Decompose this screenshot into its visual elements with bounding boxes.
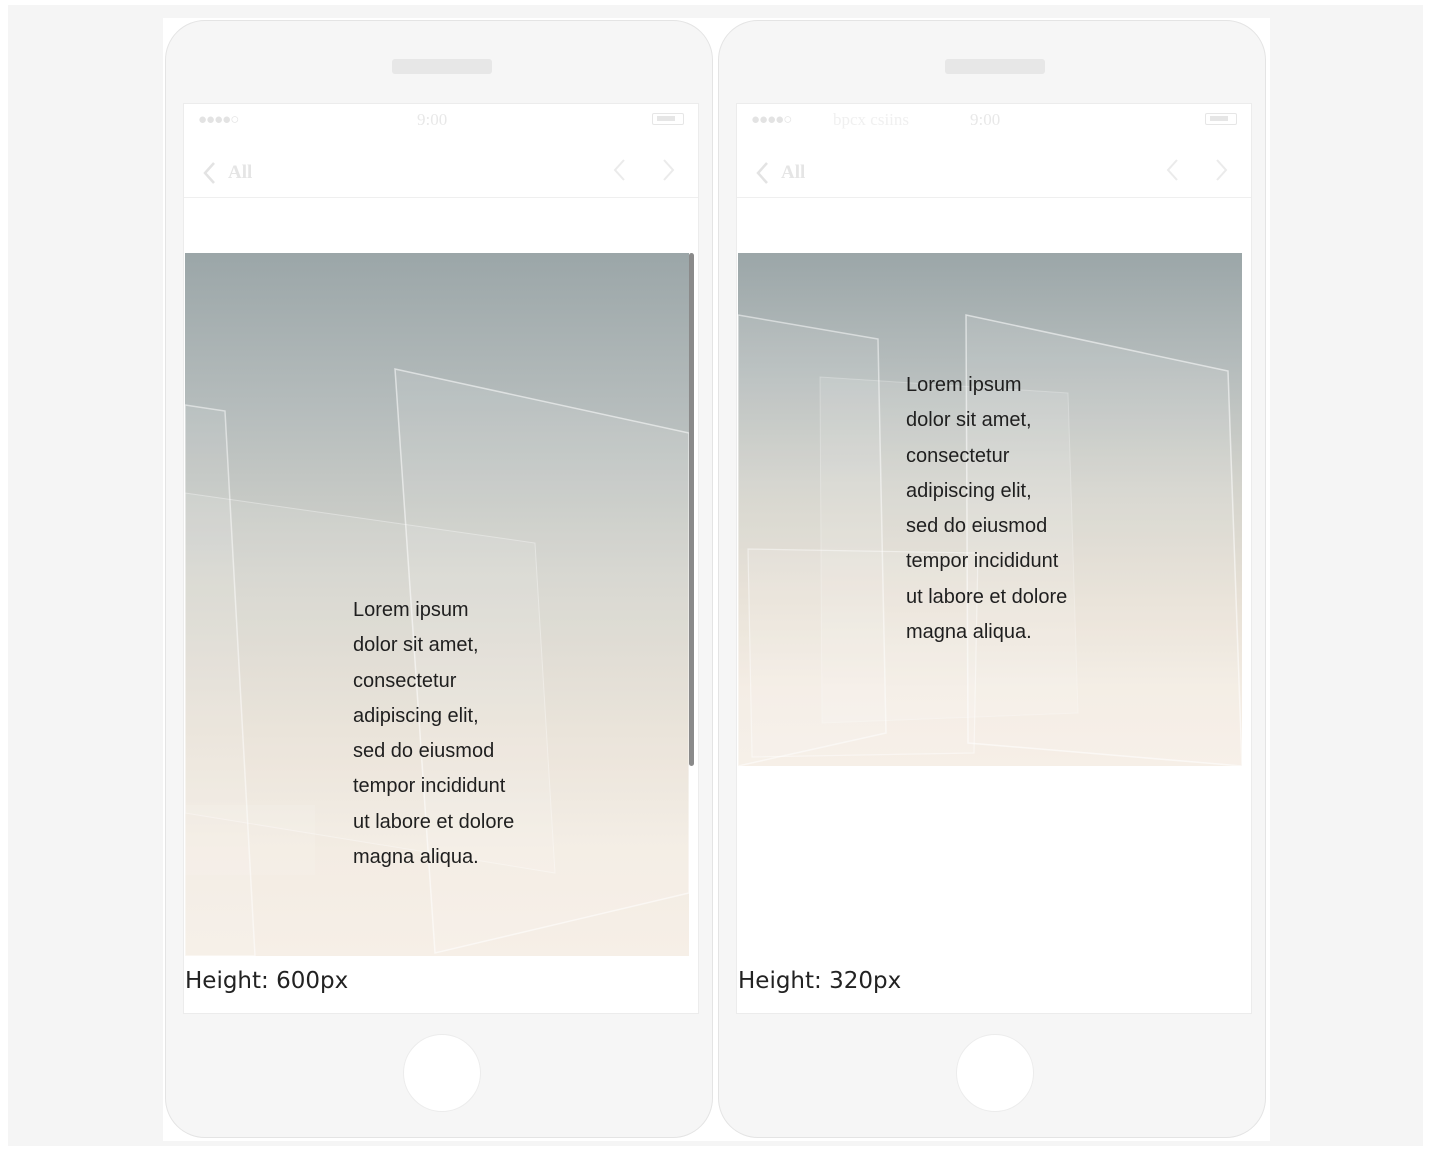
phone-speaker [945,59,1045,74]
battery-icon [652,113,684,125]
hero-text: Lorem ipsum dolor sit amet, consectetur … [353,599,515,869]
phone-speaker [392,59,492,74]
status-bar: ●●●●○ bpcx csiins 9:00 [737,104,1251,138]
chevron-left-icon [756,162,768,184]
hero-banner-320: Lorem ipsum dolor sit amet, consectetur … [738,253,1242,766]
navigation-bar: All [737,138,1251,198]
phone-mockup-short: ●●●●○ bpcx csiins 9:00 All Lorem ipsum d… [718,20,1266,1138]
phone-screen[interactable]: ●●●●○ bpcx csiins 9:00 All Lorem ipsum d… [736,103,1252,1014]
previous-page-icon[interactable] [612,158,626,182]
home-button[interactable] [403,1034,481,1112]
next-page-icon[interactable] [1215,158,1229,182]
navigation-bar: All [184,138,698,198]
back-button-label: All [228,162,253,183]
carrier-name: bpcx csiins [833,110,910,129]
pager-controls [612,158,676,182]
signal-strength-icon: ●●●●○ [751,112,792,128]
chevron-left-icon [203,162,215,184]
hero-banner-600: Lorem ipsum dolor sit amet, consectetur … [185,253,689,956]
home-button[interactable] [956,1034,1034,1112]
previous-page-icon[interactable] [1165,158,1179,182]
status-time: 9:00 [970,110,1001,129]
signal-strength-icon: ●●●●○ [198,112,239,128]
back-button[interactable]: All [755,158,825,188]
scrollbar-thumb[interactable] [689,253,694,766]
pager-controls [1165,158,1229,182]
status-time: 9:00 [417,110,448,129]
battery-icon [1205,113,1237,125]
hero-text: Lorem ipsum dolor sit amet, consectetur … [906,374,1068,644]
next-page-icon[interactable] [662,158,676,182]
height-caption: Height: 600px [185,968,349,994]
status-bar: ●●●●○ 9:00 [184,104,698,138]
back-button[interactable]: All [202,158,272,188]
phone-mockup-tall: ●●●●○ 9:00 All Lorem ipsum dolor sit ame [165,20,713,1138]
back-button-label: All [781,162,806,183]
phone-screen[interactable]: ●●●●○ 9:00 All Lorem ipsum dolor sit ame [183,103,699,1014]
height-caption: Height: 320px [738,968,902,994]
